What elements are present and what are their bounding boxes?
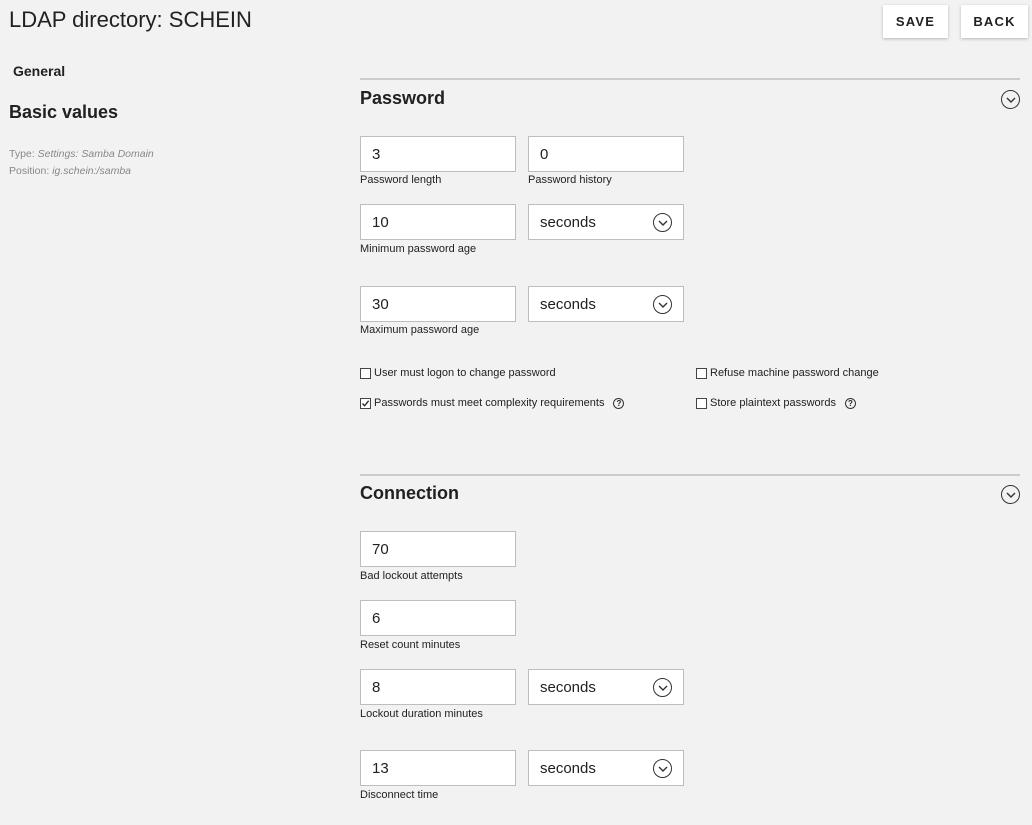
min-password-age-unit-select[interactable]: seconds xyxy=(528,204,684,240)
logon-to-change-checkbox[interactable] xyxy=(360,367,371,379)
max-password-age-label: Maximum password age xyxy=(360,324,480,336)
lockout-duration-label: Lockout duration minutes xyxy=(360,708,483,720)
type-label: Type: xyxy=(9,148,35,160)
chevron-up-icon[interactable] xyxy=(1001,90,1020,109)
tab-general[interactable]: General xyxy=(13,63,65,79)
complexity-label: Passwords must meet complexity requireme… xyxy=(374,397,605,409)
save-button[interactable]: SAVE xyxy=(883,5,948,38)
password-section-divider xyxy=(360,78,1020,80)
refuse-machine-change-label: Refuse machine password change xyxy=(710,367,879,379)
connection-section-divider xyxy=(360,474,1020,476)
password-length-input[interactable] xyxy=(360,136,516,172)
disconnect-time-unit-select[interactable]: seconds xyxy=(528,750,684,786)
help-icon[interactable]: ? xyxy=(844,397,856,409)
chevron-down-icon xyxy=(653,758,672,778)
object-position-info: Position: ig.schein:/samba xyxy=(9,165,131,177)
max-password-age-unit-value: seconds xyxy=(540,295,596,313)
complexity-option: Passwords must meet complexity requireme… xyxy=(360,397,625,409)
max-password-age-input[interactable] xyxy=(360,286,516,322)
refuse-machine-change-option: Refuse machine password change xyxy=(696,367,879,379)
chevron-down-icon xyxy=(653,294,672,314)
position-value: ig.schein:/samba xyxy=(52,165,131,177)
chevron-down-icon xyxy=(653,212,672,232)
logon-to-change-option: User must logon to change password xyxy=(360,367,556,379)
disconnect-time-label: Disconnect time xyxy=(360,789,439,801)
password-section-title: Password xyxy=(360,88,446,108)
chevron-up-icon[interactable] xyxy=(1001,485,1020,504)
complexity-checkbox[interactable] xyxy=(360,397,371,409)
position-label: Position: xyxy=(9,165,50,177)
disconnect-time-input[interactable] xyxy=(360,750,516,786)
store-plaintext-option: Store plaintext passwords ? xyxy=(696,397,856,409)
lockout-duration-input[interactable] xyxy=(360,669,516,705)
store-plaintext-checkbox[interactable] xyxy=(696,397,707,409)
bad-lockout-attempts-label: Bad lockout attempts xyxy=(360,570,463,582)
bad-lockout-attempts-input[interactable] xyxy=(360,531,516,567)
reset-count-minutes-input[interactable] xyxy=(360,600,516,636)
password-history-label: Password history xyxy=(528,174,612,186)
back-button[interactable]: BACK xyxy=(961,5,1028,38)
help-icon[interactable]: ? xyxy=(613,397,625,409)
connection-section-title: Connection xyxy=(360,483,459,503)
object-type-info: Type: Settings: Samba Domain xyxy=(9,148,154,160)
store-plaintext-label: Store plaintext passwords xyxy=(710,397,836,409)
disconnect-time-unit-value: seconds xyxy=(540,759,596,777)
password-history-input[interactable] xyxy=(528,136,684,172)
basic-values-heading: Basic values xyxy=(9,102,119,122)
max-password-age-unit-select[interactable]: seconds xyxy=(528,286,684,322)
chevron-down-icon xyxy=(653,677,672,697)
lockout-duration-unit-value: seconds xyxy=(540,678,596,696)
lockout-duration-unit-select[interactable]: seconds xyxy=(528,669,684,705)
min-password-age-input[interactable] xyxy=(360,204,516,240)
refuse-machine-change-checkbox[interactable] xyxy=(696,367,707,379)
min-password-age-label: Minimum password age xyxy=(360,243,477,255)
checkmark-icon xyxy=(362,399,370,407)
logon-to-change-label: User must logon to change password xyxy=(374,367,556,379)
reset-count-minutes-label: Reset count minutes xyxy=(360,639,461,651)
type-value: Settings: Samba Domain xyxy=(37,148,154,160)
page-title: LDAP directory: SCHEIN xyxy=(9,7,252,32)
min-password-age-unit-value: seconds xyxy=(540,213,596,231)
password-length-label: Password length xyxy=(360,174,442,186)
